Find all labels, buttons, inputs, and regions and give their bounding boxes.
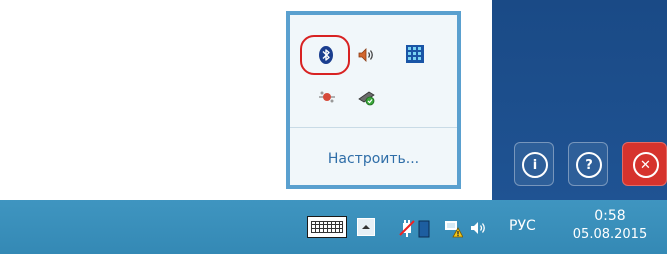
close-button[interactable]: ✕	[622, 142, 667, 186]
volume-icon[interactable]	[356, 45, 376, 65]
clock-date: 05.08.2015	[572, 227, 648, 242]
help-button[interactable]: ?	[568, 142, 608, 186]
info-button[interactable]: i	[514, 142, 554, 186]
power-plug-icon[interactable]	[397, 218, 417, 238]
popup-divider	[290, 127, 457, 128]
clock-time: 0:58	[594, 208, 626, 224]
taskbar-clock[interactable]: 0:58 05.08.2015	[560, 207, 660, 245]
info-icon: i	[522, 152, 548, 178]
customize-link[interactable]: Настроить...	[290, 151, 457, 167]
popup-panel: Настроить...	[290, 15, 457, 185]
help-icon: ?	[576, 152, 602, 178]
volume-icon[interactable]	[468, 218, 488, 238]
hidden-icons-grid	[290, 15, 457, 127]
touch-keyboard-icon[interactable]	[307, 216, 347, 238]
action-center-warning-icon[interactable]	[443, 218, 464, 238]
safely-remove-hardware-icon[interactable]	[357, 87, 377, 107]
show-hidden-icons-button[interactable]	[357, 218, 375, 236]
network-monitor-icon[interactable]	[405, 44, 425, 64]
close-icon: ✕	[632, 152, 659, 178]
usb-device-icon[interactable]	[317, 87, 337, 107]
notification-overflow-popup: Настроить...	[286, 11, 461, 189]
highlight-ring	[300, 35, 350, 75]
input-language-indicator[interactable]: РУС	[509, 218, 536, 234]
battery-status-icon[interactable]	[415, 218, 435, 238]
chevron-up-icon	[362, 225, 370, 229]
